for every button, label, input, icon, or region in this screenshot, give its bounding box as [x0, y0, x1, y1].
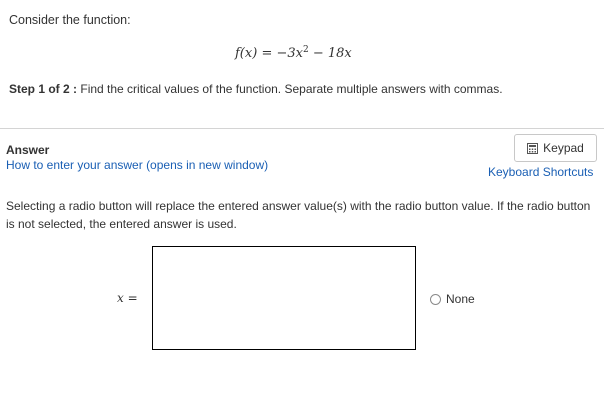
equation-equals: = — [261, 46, 273, 61]
step-label: Step 1 of 2 : — [9, 82, 78, 96]
keypad-icon — [527, 142, 539, 154]
function-equation: f(x) = −3x2 − 18x — [235, 45, 352, 62]
equation-exponent: 2 — [302, 45, 309, 55]
equation-lhs: f(x) — [235, 46, 258, 61]
keypad-label: Keypad — [543, 141, 584, 155]
radio-label: None — [446, 292, 475, 306]
keypad-button[interactable]: Keypad — [514, 134, 597, 162]
answer-variable-label: x = — [117, 291, 138, 305]
answer-equals: = — [127, 291, 138, 305]
answer-heading: Answer — [6, 143, 50, 157]
equation-rest: − 18x — [312, 46, 352, 61]
question-prompt: Consider the function: — [9, 13, 131, 27]
answer-variable: x — [117, 291, 124, 305]
answer-input[interactable] — [152, 246, 416, 350]
keyboard-shortcuts-link[interactable]: Keyboard Shortcuts — [488, 165, 593, 179]
radio-notice: Selecting a radio button will replace th… — [6, 199, 591, 231]
step-instruction: Step 1 of 2 : Find the critical values o… — [9, 82, 503, 96]
section-divider — [0, 128, 604, 129]
equation-coef: −3x — [276, 46, 303, 61]
none-radio-option[interactable]: None — [430, 292, 475, 306]
how-to-enter-answer-link[interactable]: How to enter your answer (opens in new w… — [6, 158, 268, 172]
radio-icon[interactable] — [430, 293, 441, 305]
step-text: Find the critical values of the function… — [80, 82, 503, 96]
